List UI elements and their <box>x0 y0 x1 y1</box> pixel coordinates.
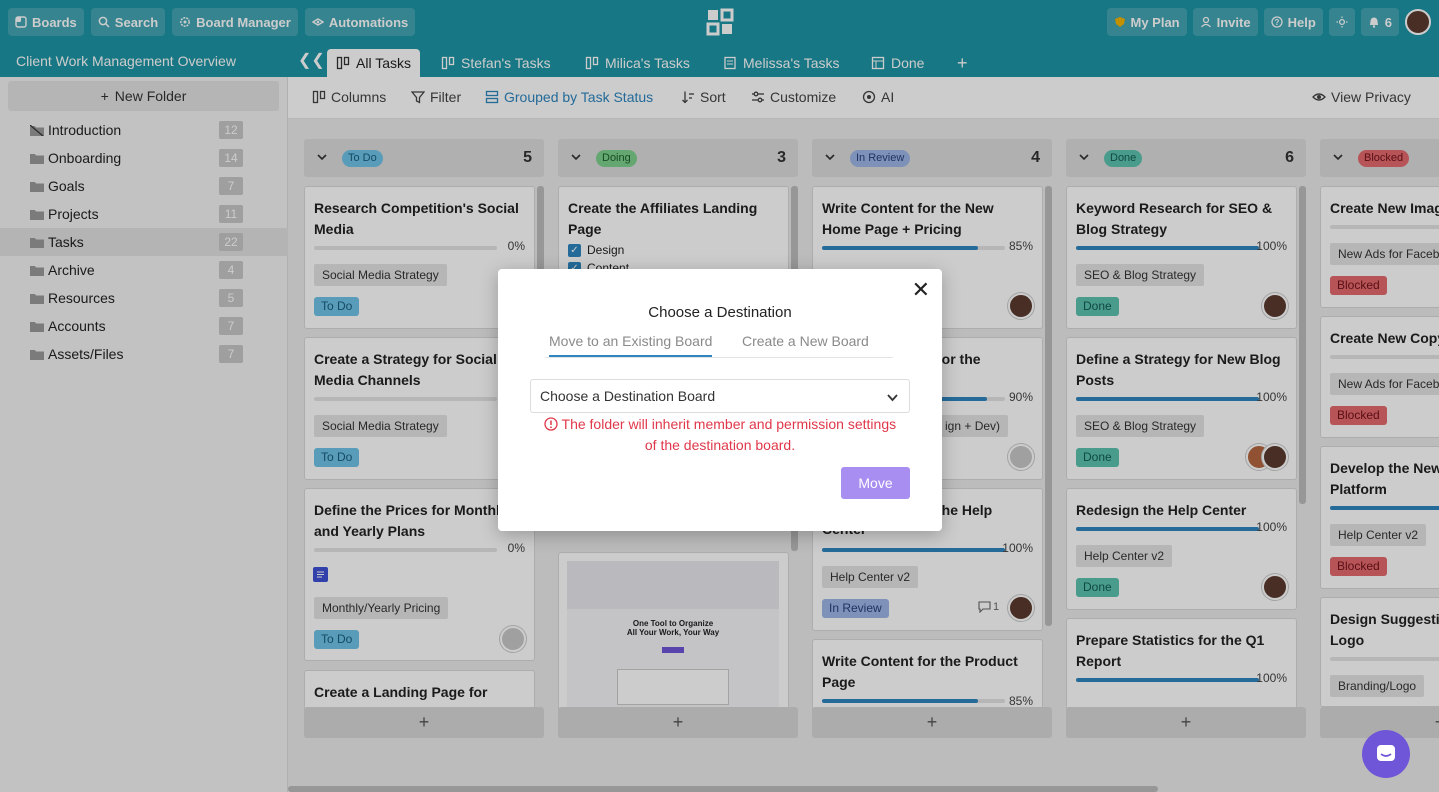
chat-icon <box>1377 745 1395 761</box>
dialog-title: Choose a Destination <box>648 304 792 321</box>
inherit-warning: The folder will inherit member and permi… <box>530 414 910 456</box>
close-icon[interactable]: ✕ <box>912 279 930 301</box>
chat-support-button[interactable] <box>1362 730 1410 778</box>
warning-icon <box>544 417 558 431</box>
destination-board-select[interactable]: Choose a Destination Board <box>530 379 910 413</box>
move-button[interactable]: Move <box>841 467 910 499</box>
tab-move-existing-board[interactable]: Move to an Existing Board <box>549 333 713 357</box>
warning-line: The folder will inherit member and permi… <box>530 414 910 435</box>
warning-text: The folder will inherit member and permi… <box>561 416 897 432</box>
choose-destination-dialog: ✕ Choose a Destination Move to an Existi… <box>498 269 942 531</box>
tab-create-new-board[interactable]: Create a New Board <box>742 333 869 349</box>
warning-text: of the destination board. <box>644 437 796 453</box>
tab-divider <box>545 357 893 358</box>
select-placeholder: Choose a Destination Board <box>540 388 716 404</box>
chevron-down-icon <box>887 394 898 402</box>
